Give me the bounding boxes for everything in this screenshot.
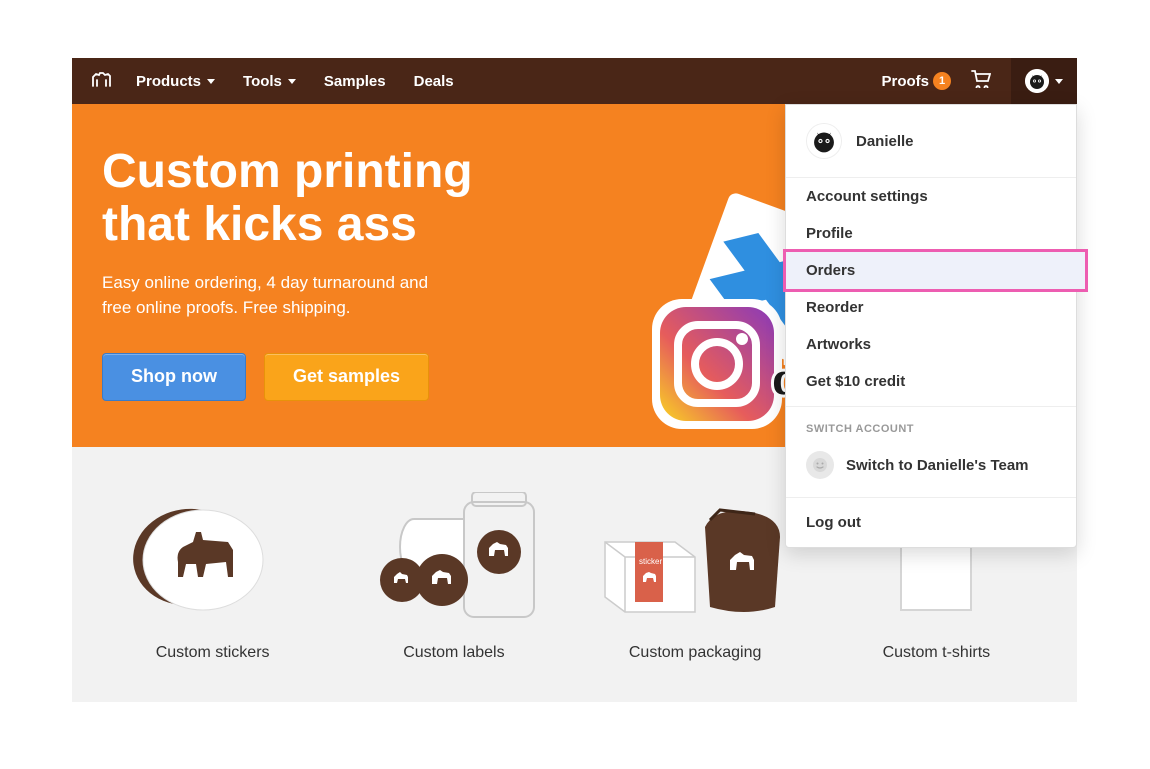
stickers-icon [128, 492, 298, 622]
chevron-down-icon [1055, 79, 1063, 84]
dropdown-item-profile[interactable]: Profile [786, 215, 1076, 252]
dropdown-username: Danielle [856, 133, 914, 150]
nav-label: Deals [414, 73, 454, 90]
nav-samples[interactable]: Samples [324, 73, 386, 90]
dropdown-item-logout[interactable]: Log out [786, 497, 1076, 547]
nav-label: Tools [243, 73, 282, 90]
team-avatar-icon [806, 451, 834, 479]
avatar [806, 123, 842, 159]
dropdown-header: Danielle [786, 105, 1076, 178]
chevron-down-icon [288, 79, 296, 84]
nav-label: Proofs [881, 73, 929, 90]
get-samples-button[interactable]: Get samples [264, 353, 429, 401]
labels-icon [364, 492, 544, 622]
category-label: Custom packaging [629, 644, 762, 662]
logo-icon[interactable] [90, 69, 114, 93]
dropdown-item-account-settings[interactable]: Account settings [786, 178, 1076, 215]
dropdown-item-artworks[interactable]: Artworks [786, 326, 1076, 363]
category-stickers[interactable]: Custom stickers [102, 492, 323, 662]
chevron-down-icon [207, 79, 215, 84]
nav-label: Products [136, 73, 201, 90]
nav-tools[interactable]: Tools [243, 73, 296, 90]
cart-icon[interactable] [971, 70, 991, 92]
dropdown-item-orders[interactable]: Orders [783, 249, 1088, 292]
top-navbar: Products Tools Samples Deals Proofs 1 [72, 58, 1077, 104]
nav-products[interactable]: Products [136, 73, 215, 90]
packaging-icon: sticker [595, 492, 795, 622]
category-labels[interactable]: Custom labels [343, 492, 564, 662]
category-label: Custom t-shirts [883, 644, 991, 662]
nav-deals[interactable]: Deals [414, 73, 454, 90]
switch-text: Switch to Danielle's Team [846, 457, 1029, 474]
category-label: Custom labels [403, 644, 504, 662]
category-packaging[interactable]: sticker Custom packaging [585, 492, 806, 662]
divider [786, 406, 1076, 407]
dropdown-item-credit[interactable]: Get $10 credit [786, 363, 1076, 400]
account-menu-toggle[interactable] [1011, 58, 1077, 104]
proofs-badge: 1 [933, 72, 951, 90]
nav-proofs[interactable]: Proofs 1 [881, 72, 951, 90]
category-label: Custom stickers [156, 644, 270, 662]
dropdown-item-reorder[interactable]: Reorder [786, 289, 1076, 326]
avatar [1025, 69, 1049, 93]
switch-account-label: SWITCH ACCOUNT [786, 413, 1076, 441]
shop-now-button[interactable]: Shop now [102, 353, 246, 401]
nav-label: Samples [324, 73, 386, 90]
svg-text:sticker: sticker [639, 557, 662, 566]
account-dropdown: Danielle Account settings Profile Orders… [785, 104, 1077, 548]
switch-account-item[interactable]: Switch to Danielle's Team [786, 441, 1076, 497]
